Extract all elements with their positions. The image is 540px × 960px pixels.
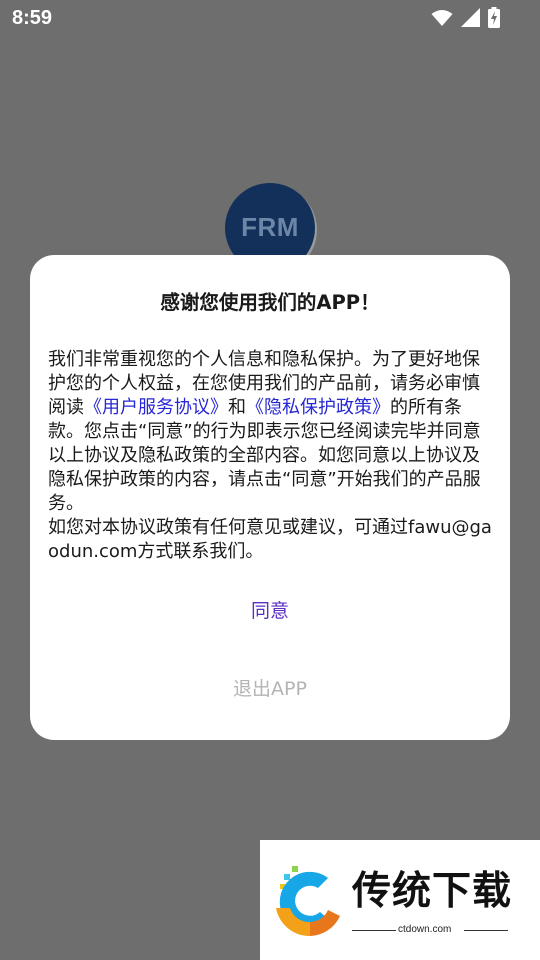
watermark-brand: 传统下载 [352, 869, 513, 914]
body-text-and: 和 [228, 397, 246, 418]
watermark-url: ctdown.com [398, 924, 452, 935]
dialog-body: 我们非常重视您的个人信息和隐私保护。为了更好地保护您的个人权益，在您使用我们的产… [48, 348, 493, 564]
status-time: 8:59 [12, 7, 53, 29]
body-text-contact: 如您对本协议政策有任何意见或建议，可通过fawu@gaodun.com方式联系我… [48, 517, 492, 562]
watermark-divider-left [352, 930, 396, 931]
agree-button[interactable]: 同意 [30, 589, 510, 633]
user-agreement-link[interactable]: 《用户服务协议》 [84, 397, 228, 418]
status-icons [431, 7, 500, 32]
watermark-divider-right [464, 930, 508, 931]
wifi-icon [431, 9, 453, 31]
cell-signal-icon [461, 8, 480, 31]
privacy-policy-link[interactable]: 《隐私保护政策》 [246, 397, 390, 418]
dialog-title: 感谢您使用我们的APP！ [160, 291, 380, 314]
privacy-dialog: 感谢您使用我们的APP！ 我们非常重视您的个人信息和隐私保护。为了更好地保护您的… [30, 255, 510, 740]
watermark-emblem-icon [270, 862, 350, 946]
watermark-logo: 传统下载 ctdown.com [260, 840, 540, 960]
app-logo-text: FRM [241, 212, 299, 242]
battery-charging-icon [488, 7, 500, 32]
exit-app-button[interactable]: 退出APP [30, 667, 510, 711]
status-bar: 8:59 [0, 0, 540, 36]
